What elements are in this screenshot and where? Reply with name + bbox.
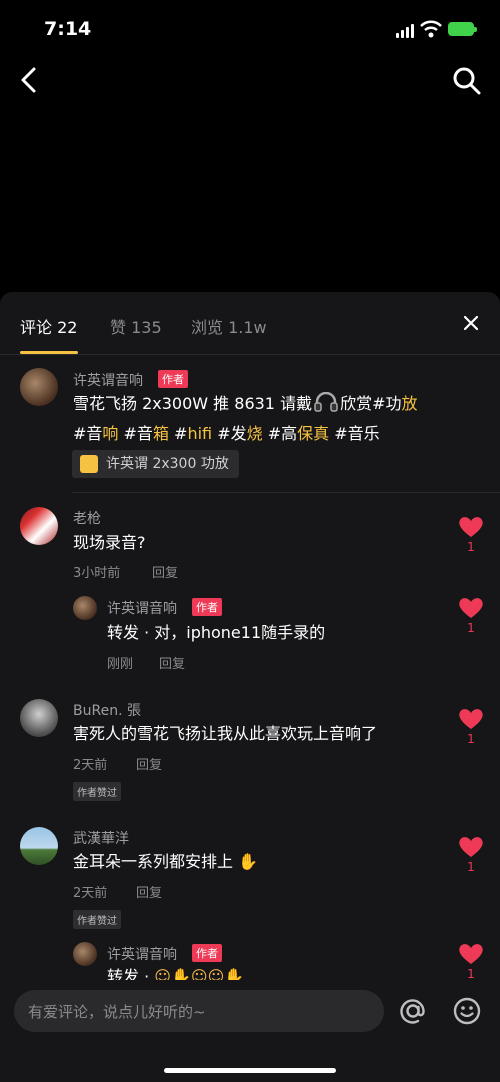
hashtag-part: 保真: [297, 424, 330, 443]
divider: [72, 492, 500, 493]
avatar[interactable]: [20, 368, 58, 406]
search-icon[interactable]: [452, 66, 482, 96]
shopping-cart-icon: [80, 455, 98, 473]
like-count: 1: [467, 860, 475, 874]
battery-icon: [448, 22, 477, 36]
comment-text: 金耳朵一系列都安排上 ✋: [73, 847, 258, 877]
mention-icon[interactable]: [398, 996, 428, 1026]
author-badge: 作者: [192, 598, 222, 616]
wifi-icon: [420, 20, 442, 38]
commenter-name[interactable]: 老枪: [73, 508, 101, 528]
reply-button[interactable]: 回复: [136, 754, 162, 773]
commenter-name[interactable]: BuRen. 張: [73, 700, 141, 720]
post-hashtags[interactable]: #音响 #音箱 #hifi #发烧 #高保真 #音乐: [73, 424, 380, 443]
hashtag-part: 箱: [152, 424, 169, 443]
tab-comments[interactable]: 评论 22: [20, 314, 77, 338]
heart-icon[interactable]: [458, 707, 484, 731]
hashtag-part: 响: [102, 424, 119, 443]
avatar[interactable]: [20, 699, 58, 737]
headphones-emoji-icon: [314, 391, 338, 412]
author-liked-badge: 作者赞过: [73, 910, 121, 929]
commenter-name[interactable]: 武漢華洋: [73, 828, 129, 848]
hashtag-part: #音: [73, 424, 103, 443]
avatar[interactable]: [73, 942, 97, 966]
reply-button[interactable]: 回复: [152, 562, 178, 581]
post-text: 雪花飞扬 2x300W 推 8631 请戴 欣赏#功放 #音响 #音箱 #hifi…: [73, 389, 473, 449]
reply-author-name[interactable]: 许英谓音响: [107, 598, 177, 618]
status-bar: 7:14: [0, 0, 500, 60]
avatar[interactable]: [20, 507, 58, 545]
tab-likes[interactable]: 赞 135: [110, 314, 162, 338]
hashtag-part: #音乐: [329, 424, 380, 443]
home-indicator[interactable]: [164, 1068, 336, 1073]
active-tab-indicator: [20, 351, 78, 354]
hashtag-part: #高: [262, 424, 298, 443]
emoji-icon[interactable]: [452, 996, 482, 1026]
reply-author-name[interactable]: 许英谓音响: [107, 944, 177, 964]
back-icon[interactable]: [18, 66, 42, 94]
reply-time: 刚刚: [107, 657, 134, 672]
like-count: 1: [467, 621, 475, 635]
comment-text: 现场录音?: [73, 533, 146, 552]
hashtag-part: hifi: [187, 424, 213, 443]
hashtag-highlight[interactable]: 放: [402, 394, 418, 413]
hashtag-part: #发: [212, 424, 247, 443]
comment-time: 2天前: [73, 886, 108, 901]
product-link[interactable]: 许英谓 2x300 功放: [72, 450, 239, 478]
avatar[interactable]: [20, 827, 58, 865]
reply-text: 转发 · 对，iphone11随手录的: [107, 623, 326, 642]
post-text-part: 欣赏#功: [340, 394, 402, 413]
close-icon[interactable]: [462, 314, 480, 332]
like-count: 1: [467, 540, 475, 554]
hashtag-part: #: [168, 424, 188, 443]
comment-time: 2天前: [73, 758, 108, 773]
reply-button[interactable]: 回复: [136, 882, 162, 901]
reply-button[interactable]: 回复: [159, 653, 185, 672]
comment-input-bar: 有爱评论，说点儿好听的~: [0, 980, 500, 1082]
comment-text-part: 金耳朵一系列都安排上: [73, 852, 234, 871]
product-name: 许英谓 2x300 功放: [106, 456, 229, 472]
comment-time: 3小时前: [73, 566, 121, 581]
heart-icon[interactable]: [458, 942, 484, 966]
heart-icon[interactable]: [458, 515, 484, 539]
comment-tabs: 评论 22 赞 135 浏览 1.1w: [0, 292, 500, 355]
comment-input[interactable]: 有爱评论，说点儿好听的~: [14, 990, 384, 1032]
heart-icon[interactable]: [458, 835, 484, 859]
status-time: 7:14: [44, 18, 92, 40]
author-liked-badge: 作者赞过: [73, 782, 121, 801]
post-author-name[interactable]: 许英谓音响: [73, 370, 143, 390]
tab-views[interactable]: 浏览 1.1w: [191, 314, 267, 338]
post-text-part: 雪花飞扬 2x300W 推 8631 请戴: [73, 394, 313, 413]
cellular-signal-icon: [396, 24, 416, 38]
author-badge: 作者: [192, 944, 222, 962]
hashtag-part: #音: [118, 424, 153, 443]
comment-input-placeholder: 有爱评论，说点儿好听的~: [28, 1003, 206, 1021]
avatar[interactable]: [73, 596, 97, 620]
comment-text: 害死人的雪花飞扬让我从此喜欢玩上音响了: [73, 724, 378, 743]
author-badge: 作者: [158, 370, 188, 388]
like-count: 1: [467, 967, 475, 981]
hashtag-part: 烧: [246, 424, 263, 443]
heart-icon[interactable]: [458, 596, 484, 620]
like-count: 1: [467, 732, 475, 746]
thumbs-up-emoji-icon: ✋: [238, 852, 259, 871]
